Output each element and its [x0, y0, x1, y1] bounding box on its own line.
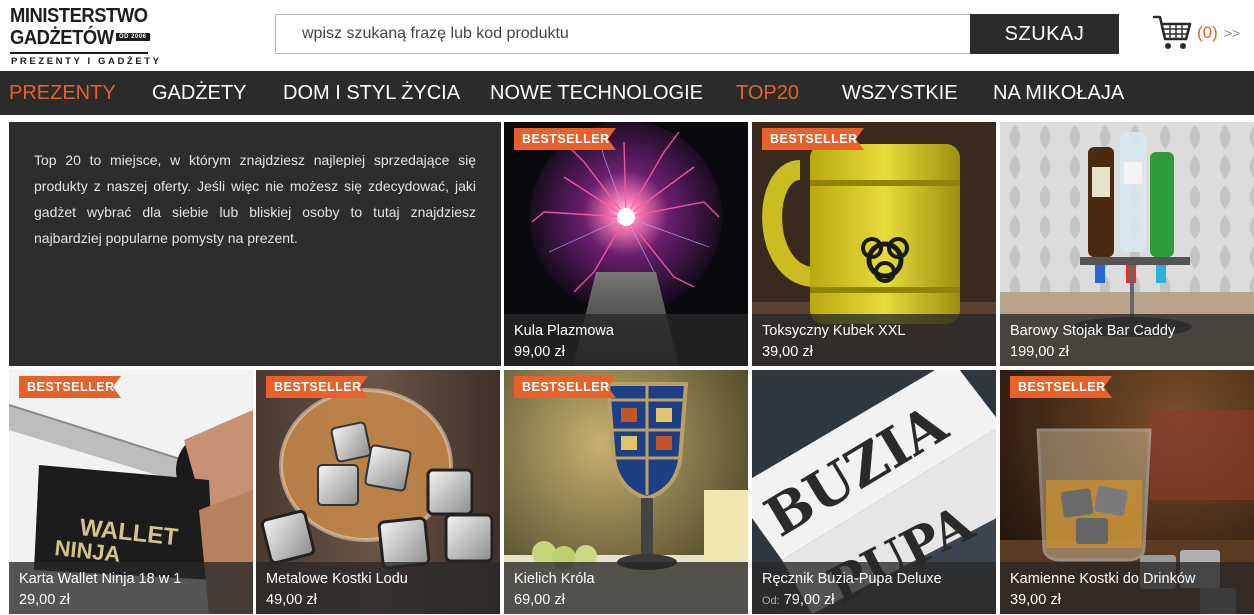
- product-caption: Metalowe Kostki Lodu 49,00 zł: [256, 562, 500, 614]
- product-price: 29,00 zł: [19, 592, 70, 608]
- product-caption: Kula Plazmowa 99,00 zł: [504, 314, 748, 366]
- price-prefix: Od:: [762, 595, 780, 607]
- logo-tagline: PREZENTY I GADŻETY: [11, 56, 162, 67]
- product-price: 69,00 zł: [514, 592, 565, 608]
- search-button[interactable]: SZUKAJ: [970, 14, 1119, 54]
- bestseller-badge: BESTSELLER: [19, 376, 121, 398]
- product-price: Od: 79,00 zł: [762, 589, 986, 612]
- nav-item-dom-i-styl-zycia[interactable]: DOM I STYL ŻYCIA: [283, 71, 460, 115]
- product-price: 49,00 zł: [266, 592, 317, 608]
- search-input[interactable]: [275, 14, 970, 54]
- nav-item-top20[interactable]: TOP20: [736, 71, 799, 115]
- product-caption: Ręcznik Buzia-Pupa Deluxe Od: 79,00 zł: [752, 562, 996, 614]
- product-caption: Kielich Króla 69,00 zł: [504, 562, 748, 614]
- product-tile[interactable]: BESTSELLER Kielich Króla 69,00 zł: [504, 370, 748, 614]
- product-tile[interactable]: BESTSELLER Toksyczny Kubek XXL 39,00 zł: [752, 122, 996, 366]
- cart-link[interactable]: (0) >>: [1153, 12, 1253, 54]
- product-tile[interactable]: BESTSELLER Kula Plazmowa 99,00 zł: [504, 122, 748, 366]
- product-name[interactable]: Ręcznik Buzia-Pupa Deluxe: [762, 569, 986, 589]
- product-tile[interactable]: Barowy Stojak Bar Caddy 199,00 zł: [1000, 122, 1254, 366]
- product-caption: Toksyczny Kubek XXL 39,00 zł: [752, 314, 996, 366]
- cart-count: (0): [1197, 23, 1218, 42]
- nav-item-nowe-technologie[interactable]: NOWE TECHNOLOGIE: [490, 71, 703, 115]
- product-tile[interactable]: BUZIA PUPA Ręcznik Buzia-Pupa Deluxe Od:…: [752, 370, 996, 614]
- price-value: 79,00 zł: [783, 592, 835, 608]
- intro-text: Top 20 to miejsce, w którym znajdziesz n…: [34, 152, 476, 246]
- product-price: 39,00 zł: [762, 344, 813, 360]
- nav-item-na-mikolaja[interactable]: NA MIKOŁAJA: [993, 71, 1124, 115]
- product-name[interactable]: Karta Wallet Ninja 18 w 1: [19, 569, 243, 589]
- product-grid: Top 20 to miejsce, w którym znajdziesz n…: [9, 122, 1254, 615]
- product-name[interactable]: Toksyczny Kubek XXL: [762, 321, 986, 341]
- main-nav: PREZENTY GADŻETY DOM I STYL ŻYCIA NOWE T…: [0, 71, 1254, 115]
- site-logo[interactable]: MINISTERSTWO GADŻETÓW OD 2006 PREZENTY I…: [10, 5, 159, 67]
- product-price: 199,00 zł: [1010, 344, 1069, 360]
- bestseller-badge: BESTSELLER: [514, 128, 616, 150]
- bestseller-badge: BESTSELLER: [266, 376, 368, 398]
- intro-panel: Top 20 to miejsce, w którym znajdziesz n…: [9, 122, 501, 366]
- product-caption: Karta Wallet Ninja 18 w 1 29,00 zł: [9, 562, 253, 614]
- bestseller-badge: BESTSELLER: [762, 128, 864, 150]
- logo-divider: [10, 52, 148, 54]
- product-name[interactable]: Kula Plazmowa: [514, 321, 738, 341]
- product-name[interactable]: Barowy Stojak Bar Caddy: [1010, 321, 1244, 341]
- logo-since-badge: OD 2006: [116, 33, 150, 41]
- cart-icon: [1153, 15, 1192, 49]
- site-header: MINISTERSTWO GADŻETÓW OD 2006 PREZENTY I…: [0, 0, 1254, 70]
- logo-line-1: MINISTERSTWO: [10, 5, 148, 27]
- product-caption: Kamienne Kostki do Drinków 39,00 zł: [1000, 562, 1254, 614]
- product-name[interactable]: Kielich Króla: [514, 569, 738, 589]
- nav-item-wszystkie[interactable]: WSZYSTKIE: [842, 71, 958, 115]
- bestseller-badge: BESTSELLER: [1010, 376, 1112, 398]
- product-tile[interactable]: BESTSELLER Metalowe Kostki Lodu 49,00 zł: [256, 370, 500, 614]
- product-tile[interactable]: WALLET NINJA BESTSELLER Karta Wallet Nin…: [9, 370, 253, 614]
- nav-item-prezenty[interactable]: PREZENTY: [9, 71, 116, 115]
- bestseller-badge: BESTSELLER: [514, 376, 616, 398]
- cart-more-arrow[interactable]: >>: [1224, 25, 1240, 41]
- product-price: 99,00 zł: [514, 344, 565, 360]
- search-bar: SZUKAJ: [275, 14, 1119, 54]
- product-tile[interactable]: BESTSELLER Kamienne Kostki do Drinków 39…: [1000, 370, 1254, 614]
- product-price: 39,00 zł: [1010, 592, 1061, 608]
- product-name[interactable]: Metalowe Kostki Lodu: [266, 569, 490, 589]
- product-caption: Barowy Stojak Bar Caddy 199,00 zł: [1000, 314, 1254, 366]
- product-name[interactable]: Kamienne Kostki do Drinków: [1010, 569, 1244, 589]
- nav-item-gadzety[interactable]: GADŻETY: [152, 71, 246, 115]
